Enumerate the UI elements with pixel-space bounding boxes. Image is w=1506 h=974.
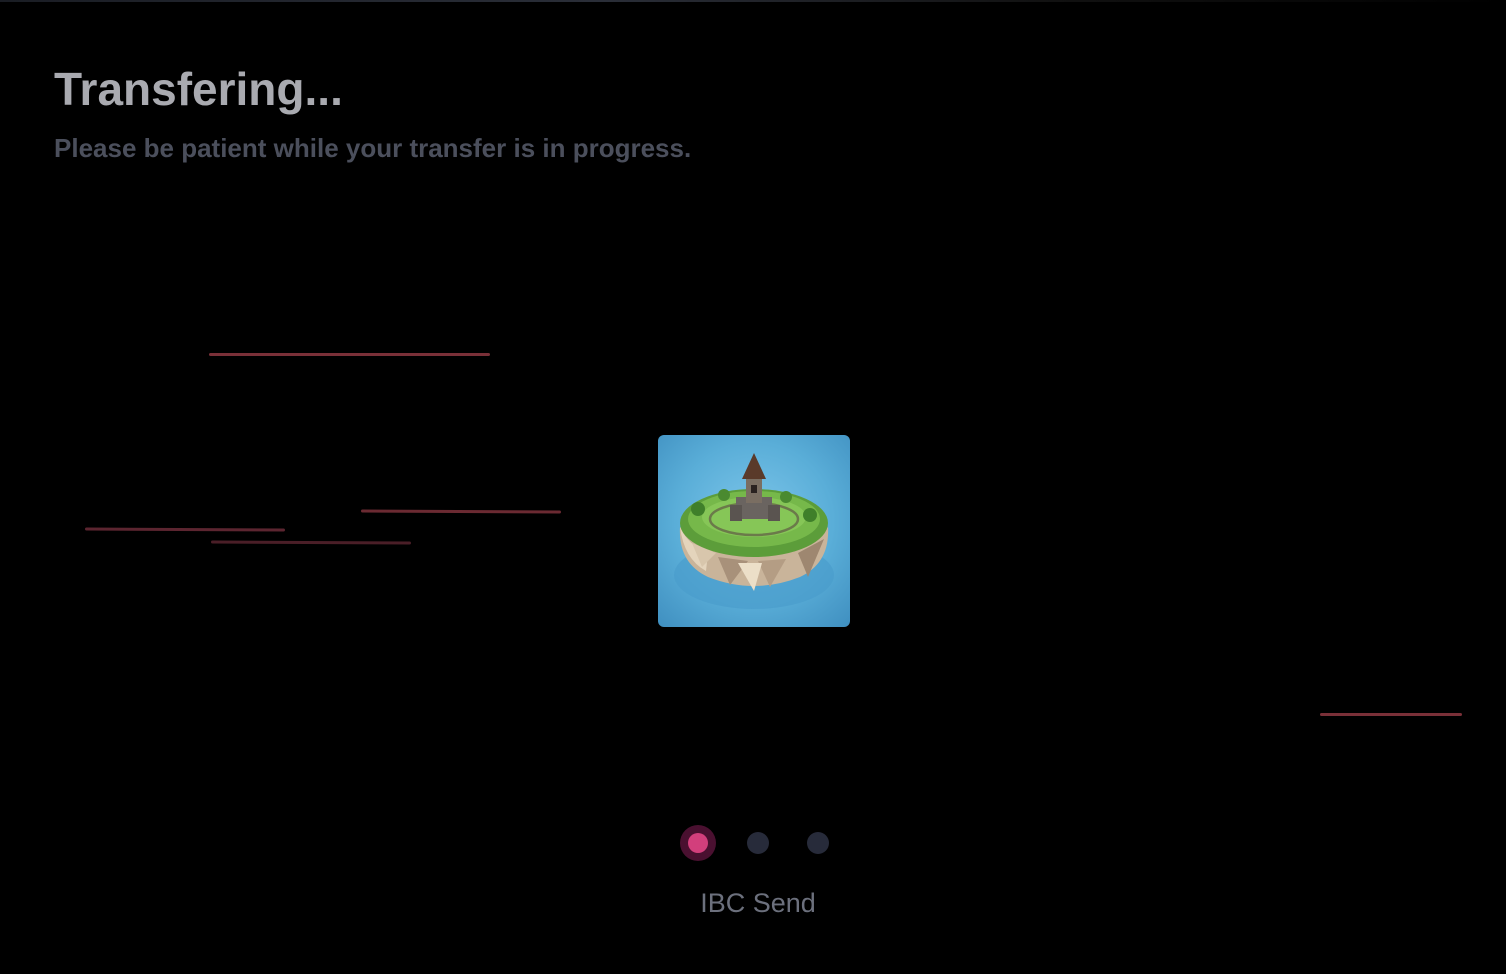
- progress-stepper: [680, 825, 840, 861]
- page-title: Transfering...: [54, 63, 343, 115]
- motion-streak: [210, 540, 412, 545]
- island-icon: [658, 435, 850, 627]
- page-subtitle: Please be patient while your transfer is…: [54, 133, 692, 163]
- motion-streak: [360, 509, 562, 514]
- step-indicator: [807, 832, 829, 854]
- window-top-edge: [0, 0, 1506, 2]
- current-step-label: IBC Send: [700, 888, 816, 918]
- motion-streak: [84, 527, 286, 532]
- step-indicator: [747, 832, 769, 854]
- transfer-progress-screen: Transfering... Please be patient while y…: [0, 0, 1506, 974]
- motion-streak: [1320, 713, 1462, 716]
- motion-streak: [209, 353, 490, 356]
- step-indicator-active: [680, 825, 716, 861]
